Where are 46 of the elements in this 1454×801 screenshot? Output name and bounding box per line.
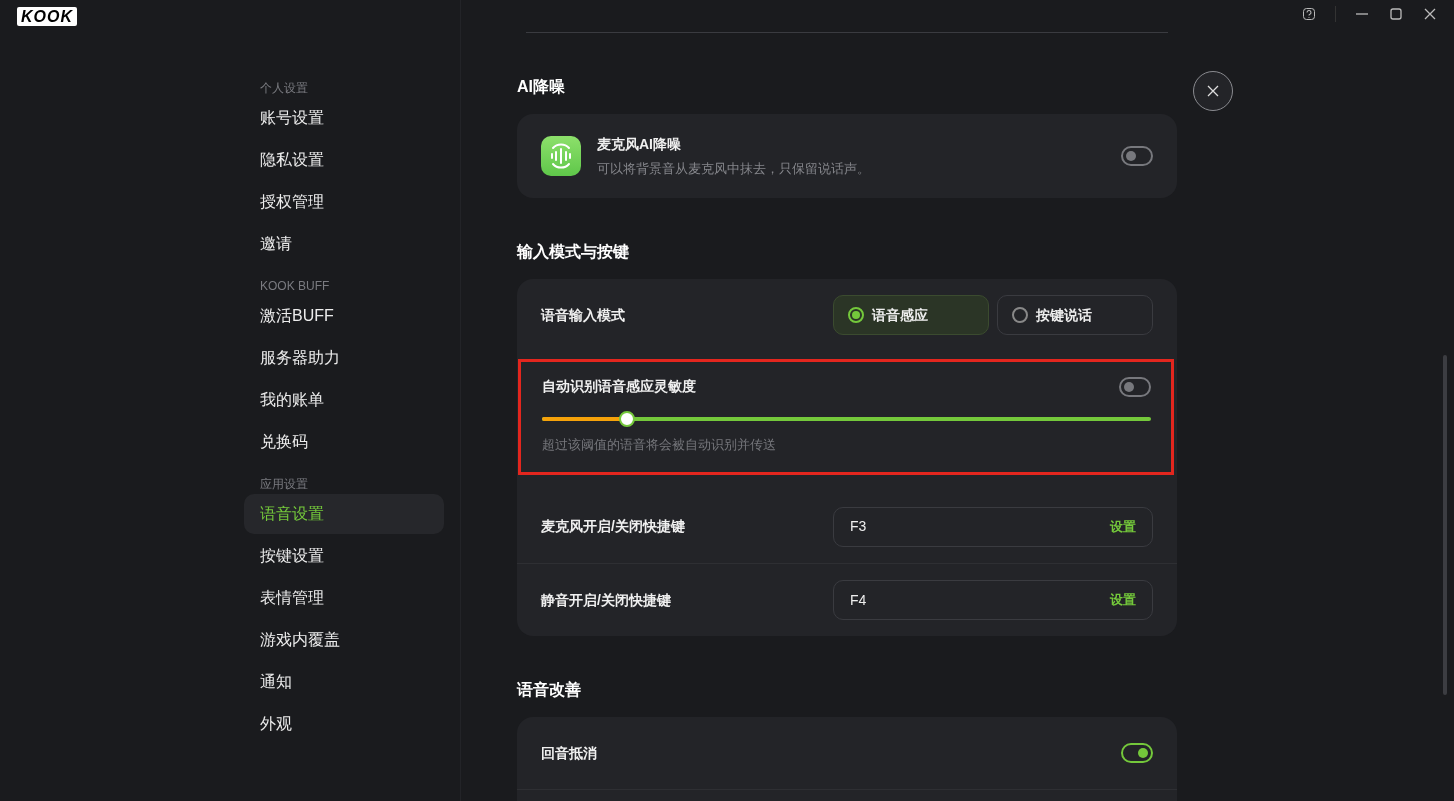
- sidebar-item[interactable]: 游戏内覆盖: [244, 620, 444, 660]
- feature-title: 麦克风AI降噪: [597, 134, 682, 154]
- feature-description: 可以将背景音从麦克风中抹去，只保留说话声。: [597, 159, 871, 178]
- sidebar-item[interactable]: 通知: [244, 662, 444, 702]
- sidebar-item[interactable]: 账号设置: [244, 98, 444, 138]
- slider-thumb[interactable]: [619, 411, 636, 427]
- toggle-switch[interactable]: [1121, 743, 1153, 763]
- maximize-icon[interactable]: [1388, 6, 1404, 22]
- slider-hint: 超过该阈值的语音将会被自动识别并传送: [542, 436, 777, 454]
- app-logo: KOOK: [17, 7, 77, 26]
- close-icon[interactable]: [1422, 6, 1438, 22]
- sidebar-item[interactable]: 表情管理: [244, 578, 444, 618]
- close-icon: [1206, 84, 1220, 98]
- set-hotkey-button[interactable]: 设置: [1110, 516, 1136, 537]
- sidebar-item[interactable]: 邀请: [244, 224, 444, 264]
- sidebar-group-header: 个人设置: [259, 80, 309, 97]
- waveform-icon: [541, 136, 581, 176]
- hotkey-value: F3: [850, 517, 867, 536]
- sidebar-item[interactable]: 语音设置: [244, 494, 444, 534]
- setting-label: 静音开启/关闭快捷键: [541, 590, 671, 610]
- setting-label: 自动识别语音感应灵敏度: [542, 377, 696, 396]
- set-hotkey-button[interactable]: 设置: [1110, 590, 1136, 610]
- setting-label: 语音输入模式: [541, 305, 626, 325]
- sidebar-item[interactable]: 激活BUFF: [244, 296, 444, 336]
- radio-option[interactable]: 按键说话: [997, 295, 1153, 335]
- scrollbar-thumb[interactable]: [1443, 355, 1447, 695]
- sidebar-item[interactable]: 隐私设置: [244, 140, 444, 180]
- sidebar-item[interactable]: 服务器助力: [244, 338, 444, 378]
- hotkey-value: F4: [850, 590, 867, 610]
- toggle-switch[interactable]: [1119, 376, 1151, 397]
- sidebar-item[interactable]: 外观: [244, 704, 444, 744]
- sidebar-item[interactable]: 兑换码: [244, 422, 444, 462]
- toggle-switch[interactable]: [1121, 146, 1153, 166]
- setting-label: 回音抵消: [541, 743, 598, 763]
- section-title: 语音改善: [517, 680, 582, 700]
- radio-option[interactable]: 语音感应: [833, 295, 989, 335]
- sidebar-item[interactable]: 我的账单: [244, 380, 444, 420]
- sidebar-item[interactable]: 按键设置: [244, 536, 444, 576]
- section-title: AI降噪: [517, 77, 566, 97]
- help-icon[interactable]: [1301, 6, 1317, 22]
- sidebar-group-header: 应用设置: [259, 476, 309, 493]
- section-title: 输入模式与按键: [517, 242, 630, 262]
- setting-label: 麦克风开启/关闭快捷键: [541, 517, 685, 536]
- sidebar-group-header: KOOK BUFF: [259, 278, 331, 295]
- close-button[interactable]: [1193, 71, 1233, 111]
- sidebar-item[interactable]: 授权管理: [244, 182, 444, 222]
